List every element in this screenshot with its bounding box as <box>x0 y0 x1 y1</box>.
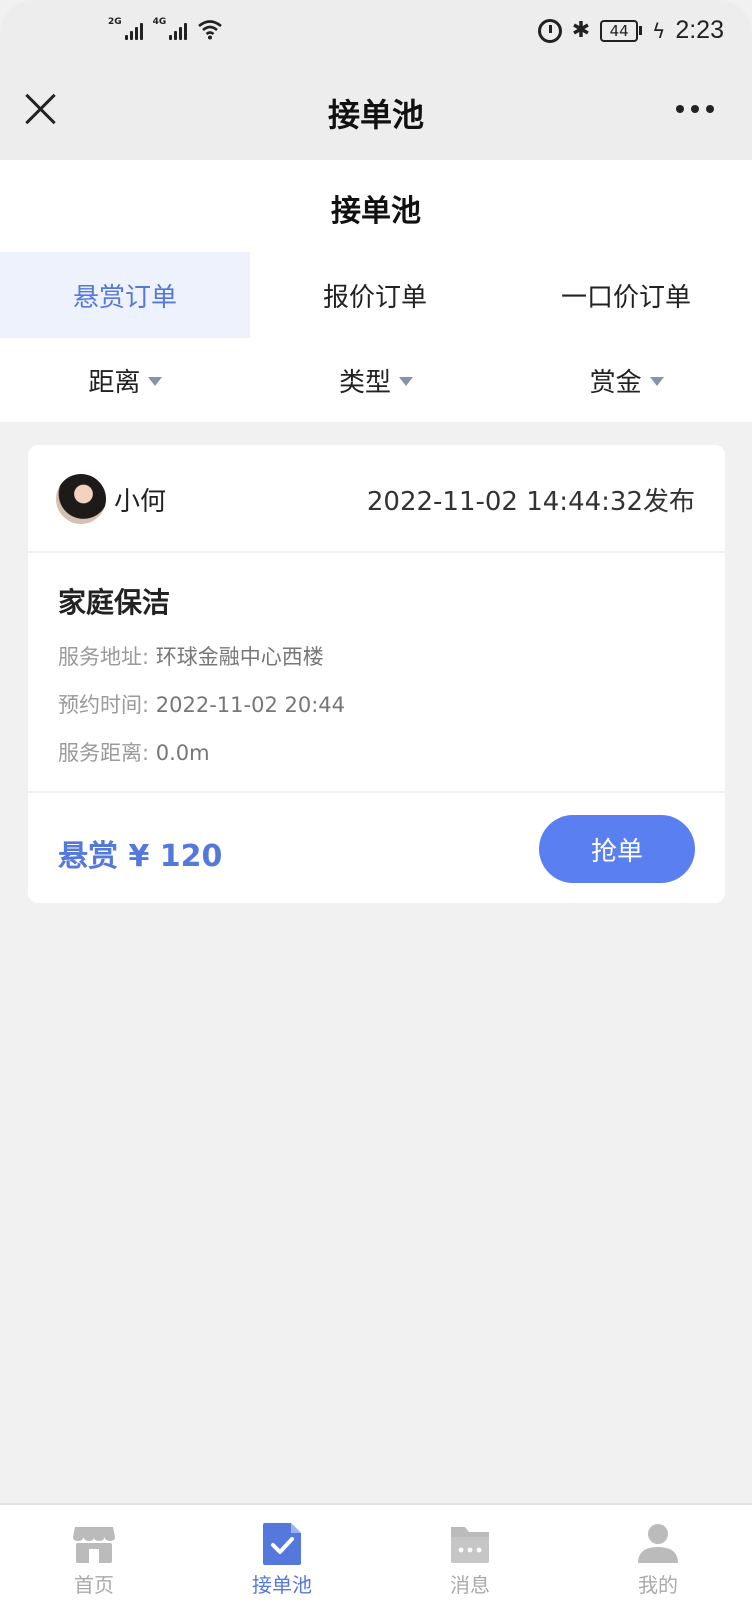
battery-level: 44 <box>600 19 639 42</box>
distance-value: 0.0m <box>155 741 210 765</box>
signal-icon-sim2: 4G <box>153 18 188 40</box>
order-check-icon <box>263 1523 301 1565</box>
user-icon <box>638 1524 678 1563</box>
address-label: 服务地址: <box>58 645 150 669</box>
time-row: 预约时间: 2022-11-02 20:44 <box>58 689 345 719</box>
tab-fixed-price-orders[interactable]: 一口价订单 <box>500 252 752 338</box>
order-card-body: 家庭保洁 服务地址: 环球金融中心西楼 预约时间: 2022-11-02 20:… <box>28 553 725 793</box>
alarm-icon <box>537 18 562 43</box>
tab-quote-orders[interactable]: 报价订单 <box>250 252 500 338</box>
status-right: ✱ 44 ϟ 2:23 <box>537 16 724 45</box>
filter-bar: 距离 类型 赏金 <box>0 338 752 422</box>
filter-reward[interactable]: 赏金 <box>501 338 752 422</box>
order-card[interactable]: 小何 2022-11-02 14:44:32发布 家庭保洁 服务地址: 环球金融… <box>28 445 725 903</box>
tabbar-item-home[interactable]: 首页 <box>0 1505 188 1606</box>
avatar <box>56 474 106 524</box>
filter-distance-label: 距离 <box>88 367 141 398</box>
nav-title: 接单池 <box>327 96 424 134</box>
order-type-tabs: 悬赏订单 报价订单 一口价订单 <box>0 252 752 338</box>
sim1-label: 2G <box>108 17 122 27</box>
wifi-icon <box>198 20 223 40</box>
store-icon <box>73 1527 115 1563</box>
tabbar-label-home: 首页 <box>74 1573 114 1597</box>
signal-icon-sim1: 2G <box>108 18 143 40</box>
filter-reward-label: 赏金 <box>589 367 642 398</box>
grab-order-button[interactable]: 抢单 <box>539 815 695 883</box>
address-row: 服务地址: 环球金融中心西楼 <box>58 641 324 671</box>
publisher-name: 小何 <box>114 487 167 517</box>
reward-amount: 悬赏 ¥ 120 <box>58 839 223 874</box>
nav-bar: 接单池 <box>0 70 752 160</box>
order-card-footer: 悬赏 ¥ 120 抢单 <box>28 793 725 903</box>
bluetooth-icon: ✱ <box>571 18 591 43</box>
battery-icon: 44 <box>600 19 643 42</box>
service-name: 家庭保洁 <box>58 586 171 619</box>
distance-label: 服务距离: <box>58 741 150 765</box>
app-screen: 2G 4G ✱ 44 ϟ 2:23 接单池 接单池 悬赏订单 报价订单 一口价订… <box>0 0 752 1606</box>
clock: 2:23 <box>675 16 724 44</box>
tabbar-item-messages[interactable]: 消息 <box>376 1505 564 1606</box>
page-title: 接单池 <box>331 194 421 229</box>
tabbar-item-order-pool[interactable]: 接单池 <box>188 1505 376 1606</box>
page-header: 接单池 <box>0 160 752 252</box>
tab-reward-orders[interactable]: 悬赏订单 <box>0 252 250 338</box>
tabbar-label-messages: 消息 <box>450 1573 490 1597</box>
caret-down-icon <box>399 376 414 386</box>
message-icon <box>451 1527 489 1563</box>
sim2-label: 4G <box>152 17 167 27</box>
address-value: 环球金融中心西楼 <box>155 645 324 669</box>
tabbar-label-mine: 我的 <box>638 1573 678 1597</box>
tabbar-label-order-pool: 接单池 <box>252 1573 312 1597</box>
more-icon[interactable] <box>676 105 714 113</box>
status-bar: 2G 4G ✱ 44 ϟ 2:23 <box>0 0 752 70</box>
filter-type[interactable]: 类型 <box>251 338 502 422</box>
caret-down-icon <box>649 376 664 386</box>
time-label: 预约时间: <box>58 693 150 717</box>
filter-distance[interactable]: 距离 <box>0 338 251 422</box>
tabbar-item-mine[interactable]: 我的 <box>564 1505 752 1606</box>
filter-type-label: 类型 <box>339 367 392 398</box>
signal-group: 2G 4G <box>108 18 223 40</box>
order-card-header: 小何 2022-11-02 14:44:32发布 <box>28 445 725 553</box>
distance-row: 服务距离: 0.0m <box>58 737 210 767</box>
caret-down-icon <box>148 376 163 386</box>
charging-icon: ϟ <box>652 18 666 43</box>
bottom-tab-bar: 首页 接单池 消息 我的 <box>0 1503 752 1606</box>
publish-time: 2022-11-02 14:44:32发布 <box>366 487 695 517</box>
time-value: 2022-11-02 20:44 <box>155 693 346 717</box>
